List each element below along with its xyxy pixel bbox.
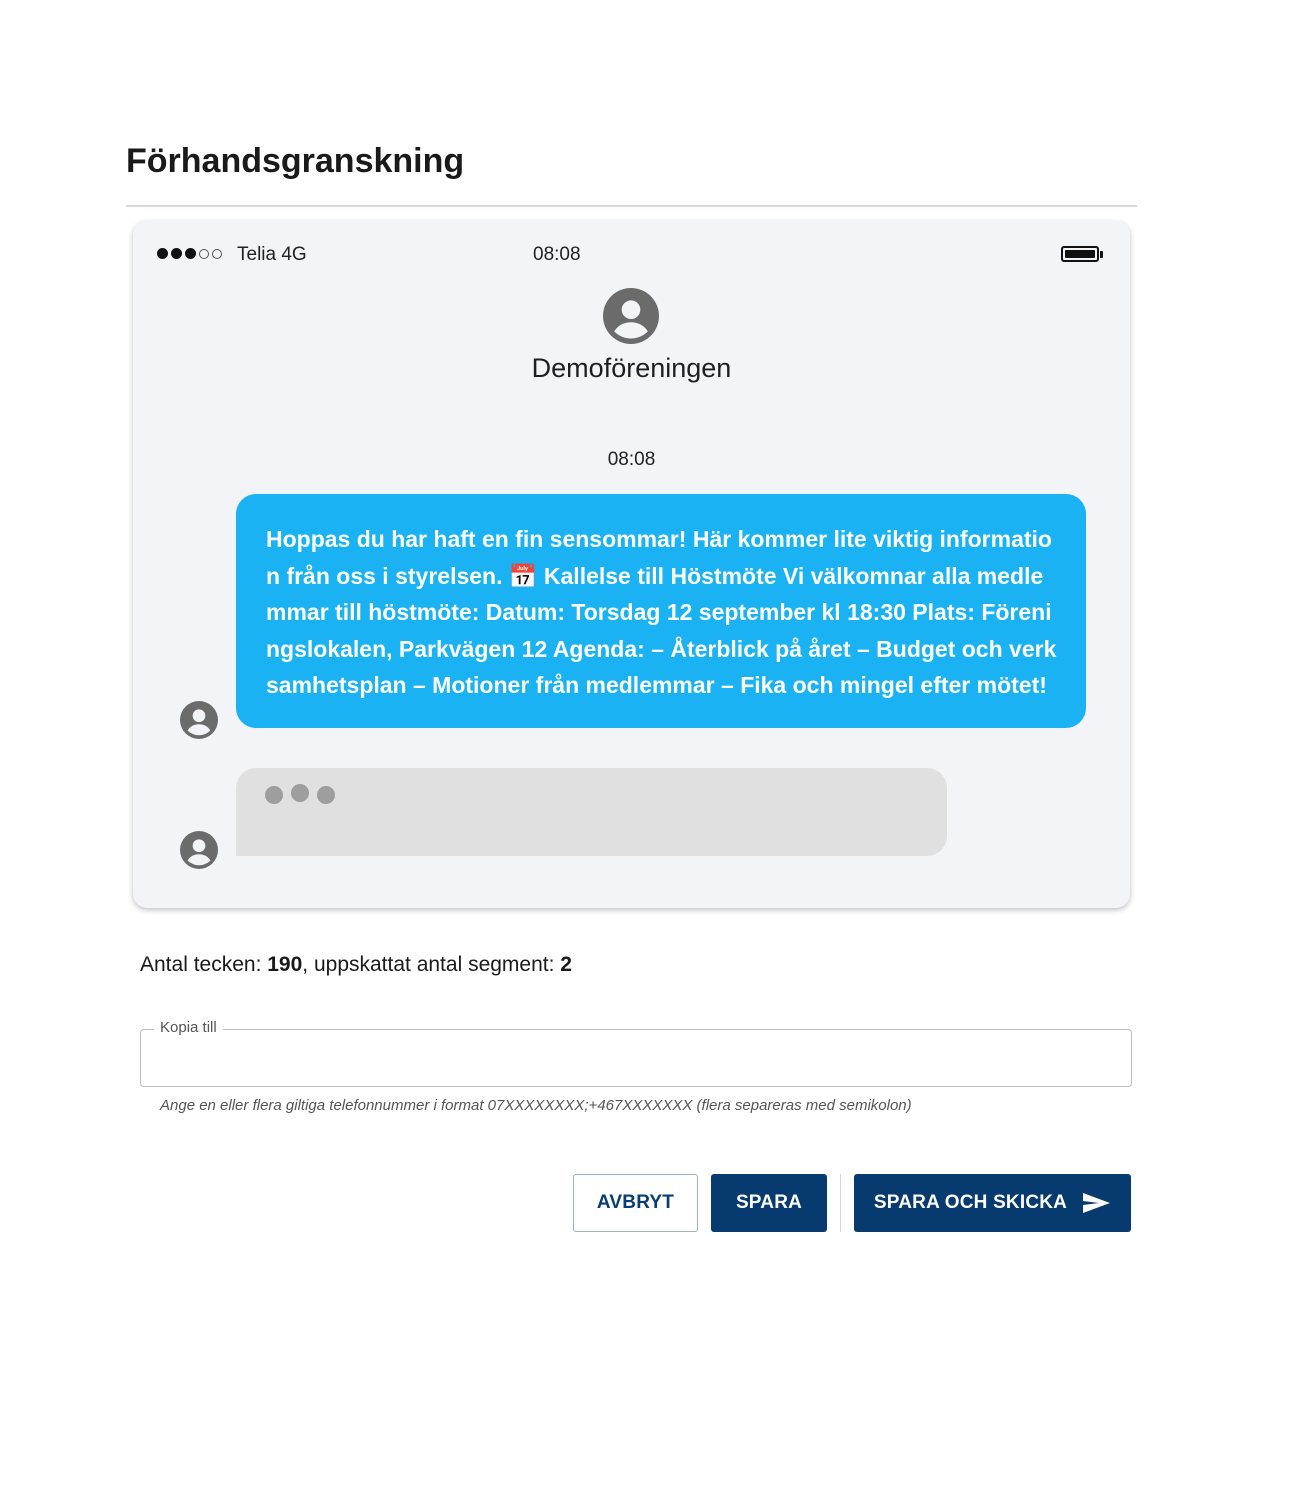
title-divider	[126, 205, 1137, 207]
carrier-label: Telia 4G	[237, 244, 307, 265]
save-button-label: SPARA	[735, 1192, 803, 1213]
copy-to-input[interactable]	[140, 1029, 1132, 1087]
message-bubble: Hoppas du har haft en fin sensommar! Här…	[236, 494, 1086, 728]
phone-status-bar: Telia 4G 08:08	[133, 221, 1130, 281]
copy-to-field: Kopia till	[140, 1019, 1132, 1087]
copy-to-label: Kopia till	[154, 1019, 223, 1036]
character-count: Antal tecken: 190, uppskattat antal segm…	[140, 953, 572, 977]
message-timestamp: 08:08	[607, 449, 656, 470]
status-clock: 08:08	[533, 244, 581, 265]
contact-avatar-icon	[603, 288, 659, 344]
battery-icon	[1061, 246, 1103, 262]
contact-name: Demoföreningen	[531, 353, 732, 383]
phone-preview: Telia 4G 08:08 Demoföreningen 08:08 Hopp…	[133, 221, 1130, 908]
save-button[interactable]: SPARA	[711, 1174, 827, 1232]
message-text: Hoppas du har haft en fin sensommar! Här…	[266, 526, 1057, 698]
save-and-send-label: SPARA OCH SKICKA	[873, 1192, 1068, 1213]
typing-indicator	[236, 768, 947, 856]
typing-dots-icon	[265, 784, 335, 804]
cancel-button-label: AVBRYT	[596, 1192, 675, 1213]
segment-count-label: , uppskattat antal segment:	[302, 953, 561, 976]
segment-count-value: 2	[560, 953, 572, 976]
sender-avatar-icon	[180, 701, 218, 739]
cancel-button[interactable]: AVBRYT	[573, 1174, 698, 1232]
save-and-send-button[interactable]: SPARA OCH SKICKA	[854, 1174, 1131, 1232]
char-count-label: Antal tecken:	[140, 953, 268, 976]
send-icon	[1083, 1193, 1111, 1213]
signal-strength-icon	[157, 248, 222, 259]
button-divider	[840, 1174, 841, 1232]
copy-to-helper-text: Ange en eller flera giltiga telefonnumme…	[160, 1097, 912, 1114]
char-count-value: 190	[267, 953, 303, 976]
page-title: Förhandsgranskning	[126, 142, 465, 180]
typing-avatar-icon	[180, 831, 218, 869]
